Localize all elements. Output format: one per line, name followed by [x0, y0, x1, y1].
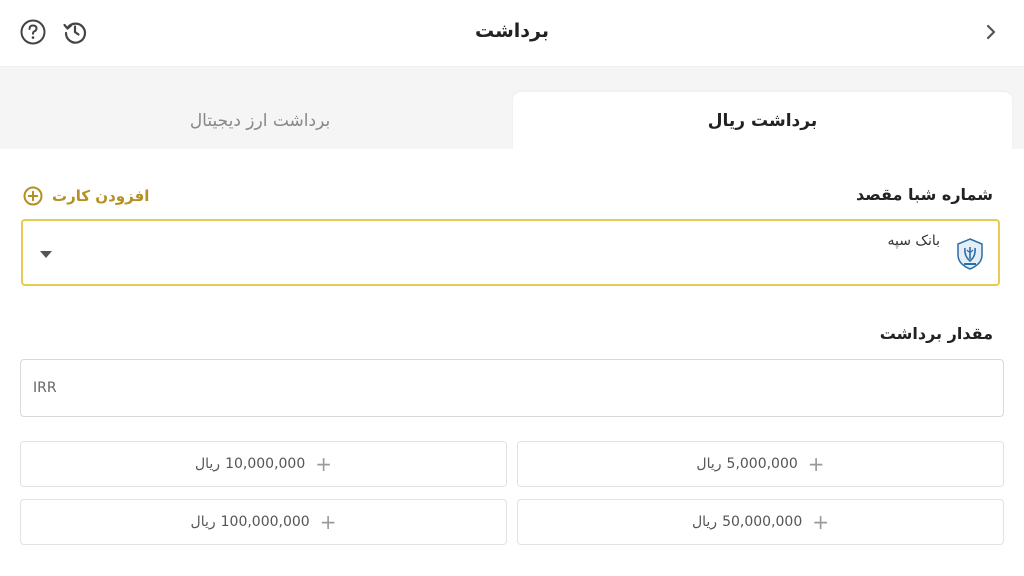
back-button[interactable]	[976, 17, 1006, 47]
chevron-right-icon	[986, 24, 996, 40]
preset-value: 50,000,000	[722, 514, 803, 530]
preset-unit: ریال	[691, 514, 718, 530]
preset-unit: ریال	[696, 456, 722, 472]
preset-value: 5,000,000	[726, 456, 798, 472]
preset-amount-button[interactable]: ریال 100,000,000 +	[20, 499, 507, 545]
plus-icon: +	[315, 452, 333, 476]
preset-value: 100,000,000	[220, 514, 310, 530]
plus-icon: +	[319, 510, 337, 534]
destination-card-select[interactable]: بانک سپه	[21, 219, 1000, 286]
preset-value: 10,000,000	[225, 456, 306, 472]
header-bar: برداشت	[0, 0, 1024, 67]
withdraw-amount-label: مقدار برداشت	[879, 324, 993, 343]
add-card-button[interactable]: افزودن کارت	[22, 183, 149, 209]
plus-icon: +	[812, 510, 830, 534]
preset-unit: ریال	[190, 514, 216, 530]
preset-amount-button[interactable]: ریال 5,000,000 +	[517, 441, 1004, 487]
add-card-label: افزودن کارت	[52, 187, 150, 205]
preset-unit: ریال	[194, 456, 221, 472]
withdraw-page: برداشت برداشت ریال برداشت ارز دیجیتال شم…	[0, 0, 1024, 576]
preset-amount-button[interactable]: ریال 50,000,000 +	[517, 499, 1004, 545]
plus-circle-icon	[23, 186, 43, 206]
withdraw-amount-input[interactable]	[20, 359, 1004, 417]
page-title: برداشت	[474, 20, 549, 42]
selected-bank-name: بانک سپه	[887, 233, 941, 249]
caret-down-icon	[40, 251, 52, 258]
preset-amount-button[interactable]: ریال 10,000,000 +	[20, 441, 507, 487]
plus-icon: +	[807, 452, 825, 476]
destination-sheba-label: شماره شبا مقصد	[856, 185, 993, 204]
tab-rial-withdraw[interactable]: برداشت ریال	[513, 92, 1012, 150]
bank-sepah-logo-icon	[957, 238, 983, 270]
tab-crypto-withdraw[interactable]: برداشت ارز دیجیتال	[10, 92, 510, 150]
